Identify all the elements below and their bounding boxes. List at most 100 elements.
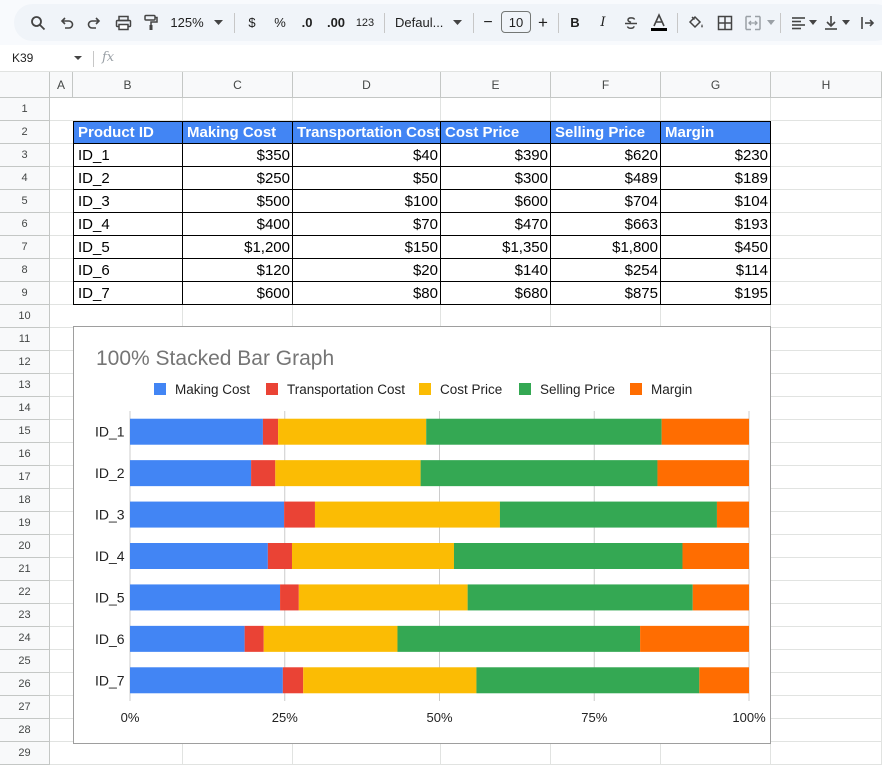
- row-header-21[interactable]: 21: [0, 558, 50, 581]
- font-size-increase-button[interactable]: +: [535, 8, 551, 37]
- row-header-4[interactable]: 4: [0, 167, 50, 190]
- row-header-28[interactable]: 28: [0, 719, 50, 742]
- table-header-cell[interactable]: Margin: [661, 121, 771, 144]
- paint-format-icon[interactable]: [141, 8, 161, 37]
- table-header-cell[interactable]: Making Cost: [183, 121, 293, 144]
- table-cell[interactable]: $195: [661, 282, 771, 305]
- row-header-25[interactable]: 25: [0, 650, 50, 673]
- select-all-corner[interactable]: [0, 72, 50, 98]
- row-header-20[interactable]: 20: [0, 535, 50, 558]
- column-header-e[interactable]: E: [441, 72, 551, 98]
- halign-dropdown-icon[interactable]: [808, 8, 818, 37]
- table-cell[interactable]: $230: [661, 144, 771, 167]
- column-header-b[interactable]: B: [73, 72, 183, 98]
- decrease-decimal-button[interactable]: .0: [296, 8, 318, 37]
- table-cell[interactable]: $114: [661, 259, 771, 282]
- zoom-dropdown-icon[interactable]: [211, 8, 225, 37]
- table-cell[interactable]: $300: [441, 167, 551, 190]
- row-header-11[interactable]: 11: [0, 328, 50, 351]
- merge-dropdown-icon[interactable]: [766, 8, 776, 37]
- table-header-cell[interactable]: Product ID: [73, 121, 183, 144]
- row-header-17[interactable]: 17: [0, 466, 50, 489]
- table-cell[interactable]: $500: [183, 190, 293, 213]
- text-color-icon[interactable]: [648, 8, 670, 37]
- row-header-1[interactable]: 1: [0, 98, 50, 121]
- row-header-23[interactable]: 23: [0, 604, 50, 627]
- search-icon[interactable]: [28, 8, 48, 37]
- row-header-19[interactable]: 19: [0, 512, 50, 535]
- table-cell[interactable]: $100: [293, 190, 441, 213]
- table-cell[interactable]: ID_2: [73, 167, 183, 190]
- italic-button[interactable]: I: [595, 8, 611, 37]
- table-cell[interactable]: $254: [551, 259, 661, 282]
- table-cell[interactable]: $450: [661, 236, 771, 259]
- font-select[interactable]: Defaul...: [395, 8, 449, 37]
- table-cell[interactable]: $140: [441, 259, 551, 282]
- zoom-select[interactable]: 125%: [170, 8, 204, 37]
- vertical-align-icon[interactable]: [822, 8, 840, 37]
- row-header-22[interactable]: 22: [0, 581, 50, 604]
- row-header-2[interactable]: 2: [0, 121, 50, 144]
- table-cell[interactable]: $600: [183, 282, 293, 305]
- table-cell[interactable]: $1,350: [441, 236, 551, 259]
- row-header-12[interactable]: 12: [0, 351, 50, 374]
- row-header-9[interactable]: 9: [0, 282, 50, 305]
- row-header-6[interactable]: 6: [0, 213, 50, 236]
- table-cell[interactable]: $489: [551, 167, 661, 190]
- table-cell[interactable]: $193: [661, 213, 771, 236]
- row-header-27[interactable]: 27: [0, 696, 50, 719]
- table-header-cell[interactable]: Cost Price: [441, 121, 551, 144]
- row-header-3[interactable]: 3: [0, 144, 50, 167]
- row-header-5[interactable]: 5: [0, 190, 50, 213]
- increase-decimal-button[interactable]: .00: [324, 8, 348, 37]
- percent-format-button[interactable]: %: [272, 8, 288, 37]
- spreadsheet-grid[interactable]: ABCDEFGH 1 2 3 4 5 6 7 8 9 10 11 12 13 14 15 16 17 18 19 20…: [0, 72, 882, 768]
- table-cell[interactable]: ID_6: [73, 259, 183, 282]
- column-header-h[interactable]: H: [771, 72, 882, 98]
- merge-cells-icon[interactable]: [742, 8, 764, 37]
- table-cell[interactable]: ID_4: [73, 213, 183, 236]
- table-cell[interactable]: $189: [661, 167, 771, 190]
- row-header-29[interactable]: 29: [0, 742, 50, 765]
- table-cell[interactable]: $620: [551, 144, 661, 167]
- row-header-24[interactable]: 24: [0, 627, 50, 650]
- table-cell[interactable]: $1,200: [183, 236, 293, 259]
- column-header-d[interactable]: D: [293, 72, 441, 98]
- row-header-15[interactable]: 15: [0, 420, 50, 443]
- table-cell[interactable]: $120: [183, 259, 293, 282]
- name-box-dropdown-icon[interactable]: [74, 56, 82, 60]
- font-size-input[interactable]: 10: [501, 11, 531, 33]
- undo-icon[interactable]: [57, 8, 77, 37]
- table-cell[interactable]: $600: [441, 190, 551, 213]
- more-formats-button[interactable]: 123: [354, 8, 376, 37]
- table-header-cell[interactable]: Selling Price: [551, 121, 661, 144]
- print-icon[interactable]: [112, 8, 134, 37]
- fill-color-icon[interactable]: [685, 8, 707, 37]
- row-header-10[interactable]: 10: [0, 305, 50, 328]
- table-cell[interactable]: $875: [551, 282, 661, 305]
- table-cell[interactable]: ID_7: [73, 282, 183, 305]
- currency-format-button[interactable]: $: [245, 8, 259, 37]
- table-cell[interactable]: $104: [661, 190, 771, 213]
- table-cell[interactable]: $470: [441, 213, 551, 236]
- borders-icon[interactable]: [714, 8, 736, 37]
- table-cell[interactable]: ID_1: [73, 144, 183, 167]
- text-wrapping-icon[interactable]: [858, 8, 878, 37]
- font-dropdown-icon[interactable]: [451, 8, 463, 37]
- table-cell[interactable]: ID_3: [73, 190, 183, 213]
- font-size-decrease-button[interactable]: −: [480, 8, 496, 37]
- row-header-8[interactable]: 8: [0, 259, 50, 282]
- table-cell[interactable]: $50: [293, 167, 441, 190]
- row-header-13[interactable]: 13: [0, 374, 50, 397]
- table-cell[interactable]: $80: [293, 282, 441, 305]
- table-cell[interactable]: $704: [551, 190, 661, 213]
- table-cell[interactable]: $40: [293, 144, 441, 167]
- table-cell[interactable]: $390: [441, 144, 551, 167]
- table-cell[interactable]: $250: [183, 167, 293, 190]
- name-box[interactable]: K39: [12, 51, 33, 65]
- row-header-14[interactable]: 14: [0, 397, 50, 420]
- valign-dropdown-icon[interactable]: [841, 8, 851, 37]
- table-cell[interactable]: $400: [183, 213, 293, 236]
- row-header-26[interactable]: 26: [0, 673, 50, 696]
- strikethrough-icon[interactable]: [620, 8, 642, 37]
